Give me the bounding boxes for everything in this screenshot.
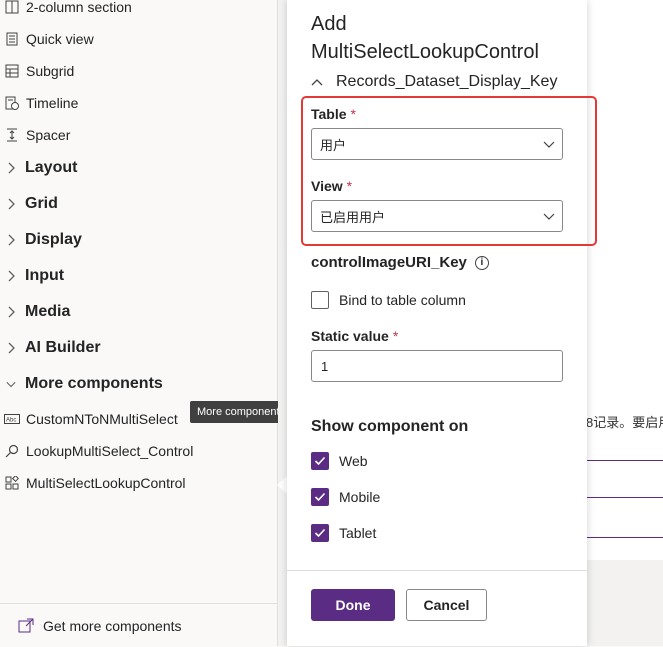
component-icon: [4, 475, 20, 491]
required-asterisk: *: [346, 178, 353, 194]
timeline-icon: [4, 95, 20, 111]
group-label: Media: [25, 303, 71, 320]
view-dropdown[interactable]: 已启用用户: [311, 200, 563, 232]
records-dataset-section-toggle[interactable]: Records_Dataset_Display_Key: [311, 70, 557, 94]
chevron-down-icon: [6, 380, 16, 388]
required-asterisk: *: [392, 328, 399, 344]
component-customntonmultiselect[interactable]: Abc CustomNToNMultiSelect: [0, 405, 178, 433]
checkbox-checked: [311, 524, 329, 542]
background-text: 8记录。要启用: [586, 415, 663, 430]
group-label: AI Builder: [25, 339, 101, 356]
get-more-icon: [18, 618, 34, 634]
view-label: View *: [311, 178, 353, 194]
components-pane: 2-column section Quick view Subgrid Time…: [0, 0, 278, 646]
component-subgrid[interactable]: Subgrid: [0, 57, 74, 85]
add-component-panel: Add MultiSelectLookupControl Records_Dat…: [287, 0, 597, 647]
chevron-right-icon: [6, 234, 16, 246]
group-more-components[interactable]: More components: [0, 369, 163, 399]
component-label: 2-column section: [26, 0, 132, 15]
background-divider: [586, 497, 663, 498]
checkbox-label: Web: [339, 453, 368, 469]
panel-footer: Done Cancel: [287, 570, 587, 647]
component-multiselectlookupcontrol[interactable]: MultiSelectLookupControl: [0, 469, 186, 497]
checkbox-box: [311, 291, 329, 309]
show-on-mobile-checkbox[interactable]: Mobile: [311, 487, 380, 507]
table-value: 用户: [320, 137, 347, 153]
group-display[interactable]: Display: [0, 225, 82, 255]
quick-view-icon: [4, 31, 20, 47]
chevron-right-icon: [6, 162, 16, 174]
background-divider: [586, 460, 663, 461]
panel-title: Add MultiSelectLookupControl: [311, 13, 539, 63]
bind-to-table-column-checkbox[interactable]: Bind to table column: [311, 290, 466, 310]
checkbox-checked: [311, 452, 329, 470]
component-2-column-section[interactable]: 2-column section: [0, 0, 132, 21]
group-label: Display: [25, 231, 82, 248]
chevron-right-icon: [6, 270, 16, 282]
done-button[interactable]: Done: [311, 589, 395, 621]
group-input[interactable]: Input: [0, 261, 64, 291]
tooltip-more-components: More components: [190, 401, 293, 423]
table-dropdown[interactable]: 用户: [311, 128, 563, 160]
show-on-web-checkbox[interactable]: Web: [311, 451, 368, 471]
get-more-components-label: Get more components: [43, 617, 182, 634]
checkbox-label: Tablet: [339, 525, 377, 541]
show-on-tablet-checkbox[interactable]: Tablet: [311, 523, 376, 543]
component-label: Quick view: [26, 31, 94, 47]
group-label: Layout: [25, 159, 78, 176]
cancel-button[interactable]: Cancel: [406, 589, 487, 621]
subgrid-icon: [4, 63, 20, 79]
image-section-title: controlImageURI_Key i: [311, 254, 489, 271]
chevron-right-icon: [6, 306, 16, 318]
static-value-label: Static value *: [311, 328, 399, 344]
group-layout[interactable]: Layout: [0, 153, 77, 183]
component-label: CustomNToNMultiSelect: [26, 411, 178, 427]
static-value-text: 1: [321, 358, 329, 374]
chevron-up-icon: [311, 78, 325, 86]
chevron-down-icon: [542, 209, 556, 223]
component-label: Spacer: [26, 127, 71, 143]
chevron-right-icon: [6, 198, 16, 210]
background-divider: [586, 537, 663, 538]
group-grid[interactable]: Grid: [0, 189, 58, 219]
component-timeline[interactable]: Timeline: [0, 89, 78, 117]
svg-text:Abc: Abc: [6, 418, 16, 424]
required-asterisk: *: [350, 106, 356, 122]
lookup-icon: [4, 443, 20, 459]
component-quick-view[interactable]: Quick view: [0, 25, 94, 53]
chevron-right-icon: [6, 342, 16, 354]
chevron-down-icon: [542, 137, 556, 151]
two-column-icon: [4, 0, 20, 15]
component-label: LookupMultiSelect_Control: [26, 443, 194, 459]
component-spacer[interactable]: Spacer: [0, 121, 70, 149]
text-field-icon: Abc: [4, 411, 20, 427]
view-value: 已启用用户: [320, 209, 386, 225]
group-label: More components: [25, 375, 163, 392]
info-icon[interactable]: i: [474, 255, 489, 270]
group-media[interactable]: Media: [0, 297, 70, 327]
group-ai-builder[interactable]: AI Builder: [0, 333, 101, 363]
show-component-on-title: Show component on: [311, 418, 469, 435]
group-label: Grid: [25, 195, 58, 212]
component-label: Timeline: [26, 95, 79, 111]
panel-pointer: [277, 476, 287, 494]
checkbox-label: Mobile: [339, 489, 381, 505]
checkbox-checked: [311, 488, 329, 506]
checkbox-label: Bind to table column: [339, 292, 466, 308]
static-value-input[interactable]: 1: [311, 350, 563, 382]
component-lookupmultiselect-control[interactable]: LookupMultiSelect_Control: [0, 437, 193, 465]
group-label: Input: [25, 267, 65, 284]
get-more-components-link[interactable]: Get more components: [0, 603, 277, 647]
component-label: Subgrid: [26, 63, 75, 79]
table-label: Table *: [311, 106, 356, 122]
section-label: Records_Dataset_Display_Key: [336, 73, 558, 90]
spacer-icon: [4, 127, 20, 143]
component-label: MultiSelectLookupControl: [26, 475, 186, 491]
